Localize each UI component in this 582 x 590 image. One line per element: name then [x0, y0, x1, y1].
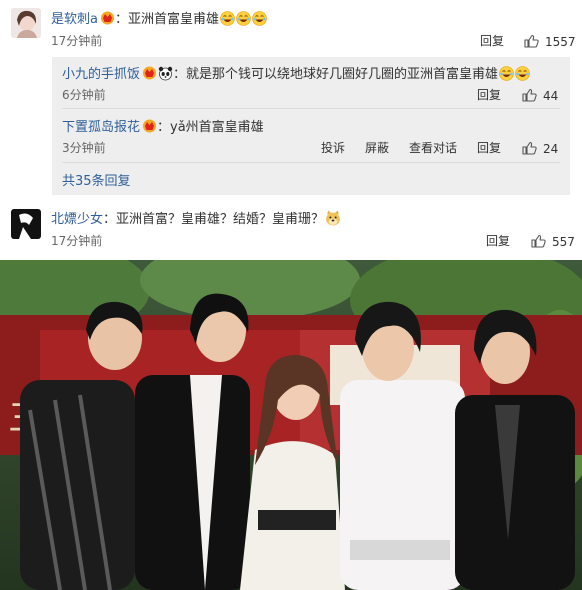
- reply-text: ：就是那个钱可以绕地球好几圈好几圈的亚洲首富皇甫雄: [173, 67, 499, 82]
- divider: [62, 108, 560, 109]
- like-count: 24: [543, 142, 559, 156]
- like-count: 1557: [545, 35, 576, 49]
- view-conversation-button[interactable]: 查看对话: [409, 139, 457, 156]
- more-replies-link[interactable]: 共35条回复: [62, 170, 131, 189]
- comment-text: ：亚洲首富？皇甫雄？结婚？皇甫珊？: [103, 212, 325, 227]
- comment-header: 是软刺a ：亚洲首富皇甫雄: [51, 8, 267, 27]
- comment-header: 北嫖少女：亚洲首富？皇甫雄？结婚？皇甫珊？: [51, 208, 341, 227]
- vip-badge-icon: [143, 119, 157, 133]
- divider: [62, 162, 560, 163]
- comment-text: ：亚洲首富皇甫雄: [114, 12, 219, 27]
- reply-button[interactable]: 回复: [480, 32, 504, 49]
- block-button[interactable]: 屏蔽: [365, 139, 389, 156]
- like-icon: [522, 88, 537, 102]
- reply-button[interactable]: 回复: [477, 139, 501, 156]
- like-count: 44: [543, 89, 559, 103]
- reply-button[interactable]: 回复: [486, 232, 510, 249]
- like-button[interactable]: 1557: [524, 31, 576, 50]
- attached-photo[interactable]: 三: [0, 260, 582, 590]
- username-link[interactable]: 北嫖少女: [51, 212, 103, 227]
- timestamp: 6分钟前: [62, 88, 106, 102]
- laughing-emoji-icon: [219, 11, 235, 26]
- like-icon: [522, 141, 537, 155]
- group-photo-illustration: 三: [0, 260, 582, 590]
- like-button[interactable]: 557: [531, 231, 575, 250]
- like-button[interactable]: 24: [522, 138, 558, 157]
- laughing-emoji-icon: [251, 11, 267, 26]
- panda-icon: [158, 66, 173, 81]
- like-button[interactable]: 44: [522, 85, 558, 104]
- username-link[interactable]: 下置孤岛报花: [62, 120, 140, 135]
- laughing-emoji-icon: [499, 66, 515, 81]
- timestamp: 3分钟前: [62, 141, 106, 155]
- reply-text: ：yǎ州首富皇甫雄: [157, 120, 264, 135]
- laughing-emoji-icon: [515, 66, 531, 81]
- vip-badge-icon: [100, 11, 114, 25]
- reply-button[interactable]: 回复: [477, 86, 501, 103]
- reply-header: 下置孤岛报花 ：yǎ州首富皇甫雄: [62, 116, 264, 135]
- like-count: 557: [552, 235, 575, 249]
- like-icon: [531, 234, 546, 248]
- username-link[interactable]: 小九的手抓饭: [62, 67, 140, 82]
- avatar[interactable]: [11, 209, 41, 239]
- timestamp: 17分钟前: [51, 34, 103, 48]
- reply-header: 小九的手抓饭 ：就是那个钱可以绕地球好几圈好几圈的亚洲首富皇甫雄: [62, 63, 531, 82]
- like-icon: [524, 34, 539, 48]
- avatar[interactable]: [11, 8, 41, 38]
- vip-badge-icon: [143, 66, 157, 80]
- timestamp: 17分钟前: [51, 234, 103, 248]
- doge-icon: [326, 210, 340, 226]
- laughing-emoji-icon: [235, 11, 251, 26]
- username-link[interactable]: 是软刺a: [51, 12, 98, 27]
- report-button[interactable]: 投诉: [321, 139, 345, 156]
